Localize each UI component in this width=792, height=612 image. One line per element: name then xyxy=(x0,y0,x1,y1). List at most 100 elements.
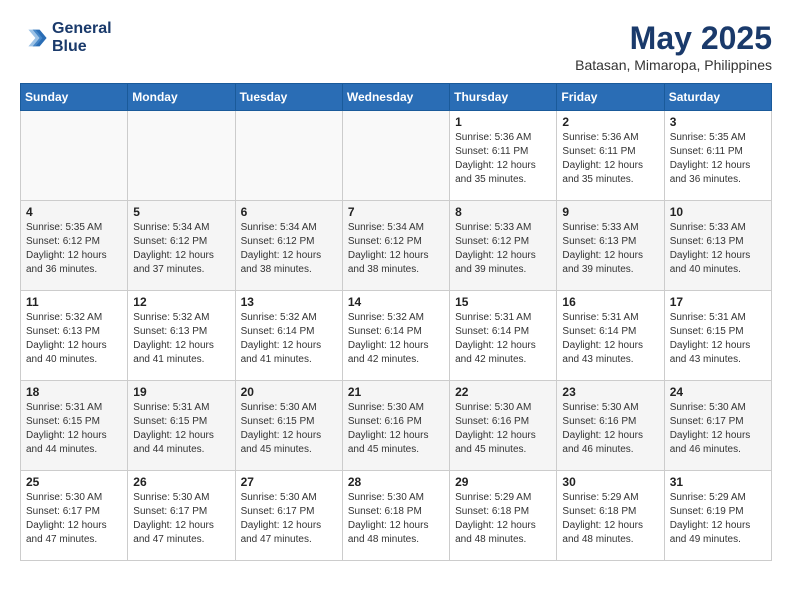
weekday-header-friday: Friday xyxy=(557,84,664,111)
day-info: Sunrise: 5:33 AM Sunset: 6:13 PM Dayligh… xyxy=(670,221,766,277)
day-info: Sunrise: 5:30 AM Sunset: 6:15 PM Dayligh… xyxy=(241,401,337,457)
day-cell: 12Sunrise: 5:32 AM Sunset: 6:13 PM Dayli… xyxy=(128,291,235,381)
day-info: Sunrise: 5:35 AM Sunset: 6:11 PM Dayligh… xyxy=(670,131,766,187)
day-info: Sunrise: 5:33 AM Sunset: 6:12 PM Dayligh… xyxy=(455,221,551,277)
weekday-header-sunday: Sunday xyxy=(21,84,128,111)
day-cell: 8 Sunrise: 5:33 AM Sunset: 6:12 PM Daylig… xyxy=(450,201,557,291)
day-number: 9 xyxy=(562,205,658,219)
day-number: 10 xyxy=(670,205,766,219)
day-info: Sunrise: 5:32 AM Sunset: 6:13 PM Dayligh… xyxy=(26,311,122,367)
day-number: 18 xyxy=(26,385,122,399)
day-info: Sunrise: 5:29 AM Sunset: 6:19 PM Dayligh… xyxy=(670,491,766,547)
day-number: 20 xyxy=(241,385,337,399)
day-number: 19 xyxy=(133,385,229,399)
day-number: 5 xyxy=(133,205,229,219)
calendar-body: 1 Sunrise: 5:36 AM Sunset: 6:11 PM Daylig… xyxy=(21,111,772,561)
title-block: May 2025 Batasan, Mimaropa, Philippines xyxy=(575,20,772,73)
day-cell: 3 Sunrise: 5:35 AM Sunset: 6:11 PM Daylig… xyxy=(664,111,771,201)
day-cell xyxy=(128,111,235,201)
day-number: 6 xyxy=(241,205,337,219)
weekday-header-tuesday: Tuesday xyxy=(235,84,342,111)
month-title: May 2025 xyxy=(575,20,772,57)
day-cell: 9 Sunrise: 5:33 AM Sunset: 6:13 PM Daylig… xyxy=(557,201,664,291)
day-cell: 24 Sunrise: 5:30 AM Sunset: 6:17 PM Dayli… xyxy=(664,381,771,471)
day-info: Sunrise: 5:31 AM Sunset: 6:15 PM Dayligh… xyxy=(26,401,122,457)
day-info: Sunrise: 5:30 AM Sunset: 6:18 PM Dayligh… xyxy=(348,491,444,547)
day-info: Sunrise: 5:30 AM Sunset: 6:16 PM Dayligh… xyxy=(348,401,444,457)
day-info: Sunrise: 5:31 AM Sunset: 6:15 PM Dayligh… xyxy=(133,401,229,457)
day-info: Sunrise: 5:30 AM Sunset: 6:17 PM Dayligh… xyxy=(26,491,122,547)
day-number: 12 xyxy=(133,295,229,309)
day-number: 16 xyxy=(562,295,658,309)
day-number: 13 xyxy=(241,295,337,309)
week-row-5: 25 Sunrise: 5:30 AM Sunset: 6:17 PM Dayli… xyxy=(21,471,772,561)
day-cell: 13 Sunrise: 5:32 AM Sunset: 6:14 PM Dayli… xyxy=(235,291,342,381)
week-row-4: 18 Sunrise: 5:31 AM Sunset: 6:15 PM Dayli… xyxy=(21,381,772,471)
day-cell: 15 Sunrise: 5:31 AM Sunset: 6:14 PM Dayli… xyxy=(450,291,557,381)
day-number: 14 xyxy=(348,295,444,309)
day-number: 8 xyxy=(455,205,551,219)
day-cell xyxy=(21,111,128,201)
day-cell: 29Sunrise: 5:29 AM Sunset: 6:18 PM Dayli… xyxy=(450,471,557,561)
weekday-header-thursday: Thursday xyxy=(450,84,557,111)
day-cell xyxy=(342,111,449,201)
logo: General Blue xyxy=(20,20,112,55)
day-number: 11 xyxy=(26,295,122,309)
day-cell: 7Sunrise: 5:34 AM Sunset: 6:12 PM Daylig… xyxy=(342,201,449,291)
day-cell: 28 Sunrise: 5:30 AM Sunset: 6:18 PM Dayli… xyxy=(342,471,449,561)
day-number: 22 xyxy=(455,385,551,399)
day-number: 3 xyxy=(670,115,766,129)
day-info: Sunrise: 5:35 AM Sunset: 6:12 PM Dayligh… xyxy=(26,221,122,277)
day-number: 28 xyxy=(348,475,444,489)
location-title: Batasan, Mimaropa, Philippines xyxy=(575,57,772,73)
day-cell: 4 Sunrise: 5:35 AM Sunset: 6:12 PM Daylig… xyxy=(21,201,128,291)
day-info: Sunrise: 5:33 AM Sunset: 6:13 PM Dayligh… xyxy=(562,221,658,277)
day-number: 17 xyxy=(670,295,766,309)
day-info: Sunrise: 5:31 AM Sunset: 6:15 PM Dayligh… xyxy=(670,311,766,367)
day-number: 21 xyxy=(348,385,444,399)
day-number: 4 xyxy=(26,205,122,219)
day-cell: 17 Sunrise: 5:31 AM Sunset: 6:15 PM Dayli… xyxy=(664,291,771,381)
day-info: Sunrise: 5:30 AM Sunset: 6:17 PM Dayligh… xyxy=(670,401,766,457)
day-cell: 1 Sunrise: 5:36 AM Sunset: 6:11 PM Daylig… xyxy=(450,111,557,201)
day-number: 7 xyxy=(348,205,444,219)
day-info: Sunrise: 5:30 AM Sunset: 6:17 PM Dayligh… xyxy=(133,491,229,547)
day-info: Sunrise: 5:30 AM Sunset: 6:17 PM Dayligh… xyxy=(241,491,337,547)
day-cell: 16 Sunrise: 5:31 AM Sunset: 6:14 PM Dayli… xyxy=(557,291,664,381)
day-number: 23 xyxy=(562,385,658,399)
day-number: 1 xyxy=(455,115,551,129)
day-info: Sunrise: 5:32 AM Sunset: 6:14 PM Dayligh… xyxy=(348,311,444,367)
day-cell: 10 Sunrise: 5:33 AM Sunset: 6:13 PM Dayli… xyxy=(664,201,771,291)
day-info: Sunrise: 5:29 AM Sunset: 6:18 PM Dayligh… xyxy=(455,491,551,547)
day-cell: 27 Sunrise: 5:30 AM Sunset: 6:17 PM Dayli… xyxy=(235,471,342,561)
day-cell: 30Sunrise: 5:29 AM Sunset: 6:18 PM Dayli… xyxy=(557,471,664,561)
page-header: General Blue May 2025 Batasan, Mimaropa,… xyxy=(20,20,772,73)
day-number: 27 xyxy=(241,475,337,489)
day-number: 15 xyxy=(455,295,551,309)
day-info: Sunrise: 5:30 AM Sunset: 6:16 PM Dayligh… xyxy=(562,401,658,457)
day-info: Sunrise: 5:32 AM Sunset: 6:14 PM Dayligh… xyxy=(241,311,337,367)
day-info: Sunrise: 5:31 AM Sunset: 6:14 PM Dayligh… xyxy=(455,311,551,367)
day-cell: 18 Sunrise: 5:31 AM Sunset: 6:15 PM Dayli… xyxy=(21,381,128,471)
day-cell: 21 Sunrise: 5:30 AM Sunset: 6:16 PM Dayli… xyxy=(342,381,449,471)
day-info: Sunrise: 5:31 AM Sunset: 6:14 PM Dayligh… xyxy=(562,311,658,367)
day-cell: 6 Sunrise: 5:34 AM Sunset: 6:12 PM Daylig… xyxy=(235,201,342,291)
day-info: Sunrise: 5:29 AM Sunset: 6:18 PM Dayligh… xyxy=(562,491,658,547)
day-cell: 31 Sunrise: 5:29 AM Sunset: 6:19 PM Dayli… xyxy=(664,471,771,561)
day-info: Sunrise: 5:36 AM Sunset: 6:11 PM Dayligh… xyxy=(455,131,551,187)
day-number: 31 xyxy=(670,475,766,489)
day-number: 24 xyxy=(670,385,766,399)
day-number: 25 xyxy=(26,475,122,489)
day-info: Sunrise: 5:34 AM Sunset: 6:12 PM Dayligh… xyxy=(241,221,337,277)
day-cell: 19 Sunrise: 5:31 AM Sunset: 6:15 PM Dayli… xyxy=(128,381,235,471)
weekday-header-saturday: Saturday xyxy=(664,84,771,111)
day-number: 2 xyxy=(562,115,658,129)
day-cell: 11 Sunrise: 5:32 AM Sunset: 6:13 PM Dayli… xyxy=(21,291,128,381)
day-cell: 22Sunrise: 5:30 AM Sunset: 6:16 PM Dayli… xyxy=(450,381,557,471)
day-info: Sunrise: 5:34 AM Sunset: 6:12 PM Dayligh… xyxy=(133,221,229,277)
day-info: Sunrise: 5:36 AM Sunset: 6:11 PM Dayligh… xyxy=(562,131,658,187)
week-row-2: 4 Sunrise: 5:35 AM Sunset: 6:12 PM Daylig… xyxy=(21,201,772,291)
day-cell: 20 Sunrise: 5:30 AM Sunset: 6:15 PM Dayli… xyxy=(235,381,342,471)
day-cell: 14 Sunrise: 5:32 AM Sunset: 6:14 PM Dayli… xyxy=(342,291,449,381)
day-cell: 5 Sunrise: 5:34 AM Sunset: 6:12 PM Daylig… xyxy=(128,201,235,291)
